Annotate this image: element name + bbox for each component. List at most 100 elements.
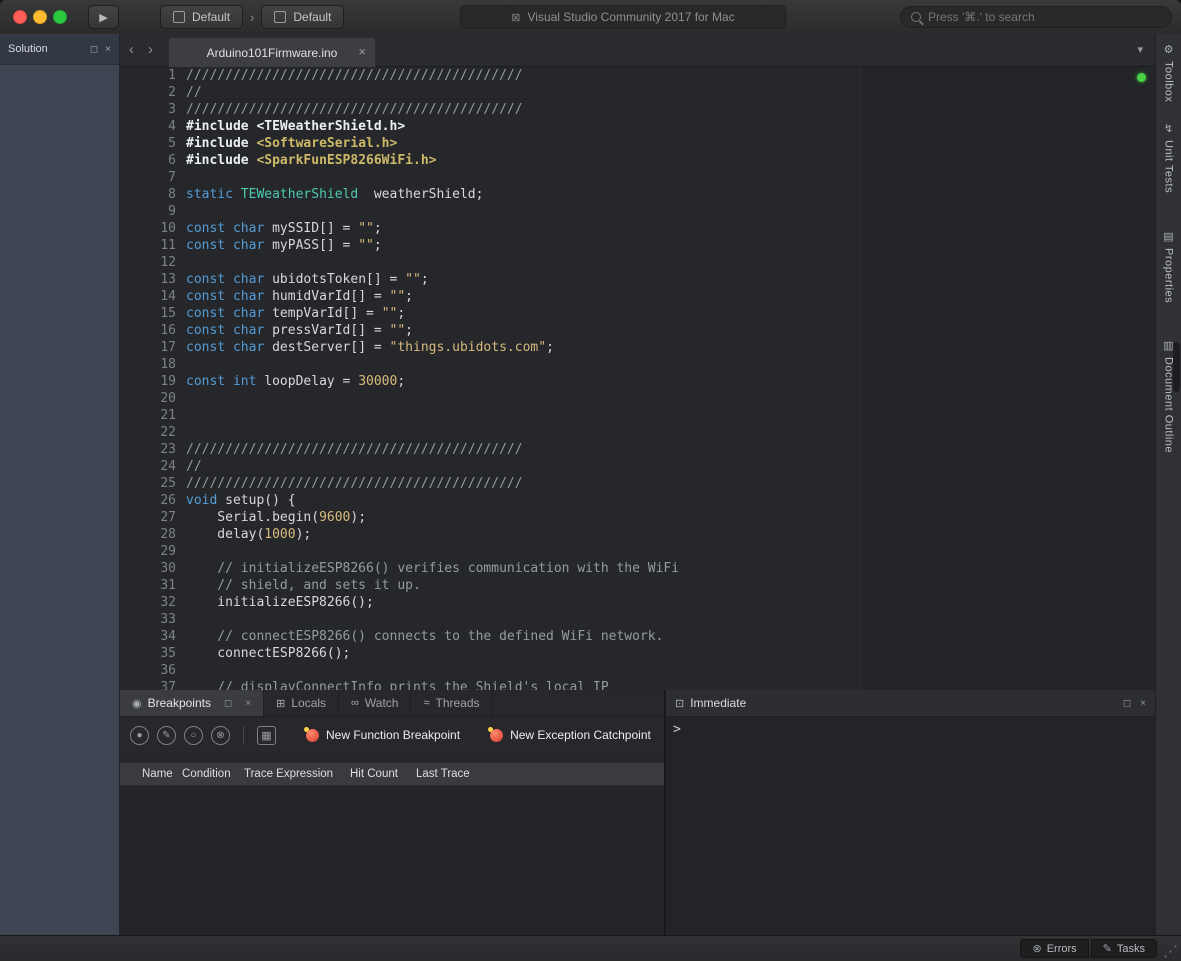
line-number[interactable]: 5 (120, 135, 176, 152)
bottom-tab-locals[interactable]: ⊞Locals (264, 690, 339, 716)
code-line[interactable]: 24// (120, 458, 1155, 475)
bottom-tab-watch[interactable]: ∞Watch (339, 690, 411, 716)
dock-tab-properties[interactable]: ▤Properties (1156, 221, 1181, 314)
line-number[interactable]: 25 (120, 475, 176, 492)
line-number[interactable]: 10 (120, 220, 176, 237)
line-number[interactable]: 13 (120, 271, 176, 288)
line-number[interactable]: 16 (120, 322, 176, 339)
code-line[interactable]: 11const char myPASS[] = ""; (120, 237, 1155, 254)
line-number[interactable]: 14 (120, 288, 176, 305)
code-line[interactable]: 22 (120, 424, 1155, 441)
resize-grip[interactable]: ⋰ (1163, 942, 1178, 960)
line-number[interactable]: 29 (120, 543, 176, 560)
code-line[interactable]: 27 Serial.begin(9600); (120, 509, 1155, 526)
device-configuration-button[interactable]: Default (261, 5, 344, 29)
line-number[interactable]: 23 (120, 441, 176, 458)
code-line[interactable]: 14const char humidVarId[] = ""; (120, 288, 1155, 305)
remove-breakpoint-button[interactable]: ⊗ (211, 726, 230, 745)
code-line[interactable]: 18 (120, 356, 1155, 373)
line-number[interactable]: 21 (120, 407, 176, 424)
code-line[interactable]: 4#include <TEWeatherShield.h> (120, 118, 1155, 135)
code-line[interactable]: 7 (120, 169, 1155, 186)
line-number[interactable]: 7 (120, 169, 176, 186)
dock-autohide-icon[interactable]: ◻ (224, 698, 232, 709)
code-line[interactable]: 28 delay(1000); (120, 526, 1155, 543)
close-icon[interactable]: × (245, 698, 251, 709)
code-line[interactable]: 9 (120, 203, 1155, 220)
code-line[interactable]: 36 (120, 662, 1155, 679)
code-health-indicator-icon[interactable] (1137, 73, 1146, 82)
code-line[interactable]: 21 (120, 407, 1155, 424)
code-editor[interactable]: 1///////////////////////////////////////… (120, 66, 1155, 690)
line-number[interactable]: 15 (120, 305, 176, 322)
column-header-trace-expression[interactable]: Trace Expression (244, 768, 350, 780)
line-number[interactable]: 36 (120, 662, 176, 679)
code-line[interactable]: 6#include <SparkFunESP8266WiFi.h> (120, 152, 1155, 169)
line-number[interactable]: 3 (120, 101, 176, 118)
minimize-window-button[interactable] (33, 10, 47, 24)
new-exception-catchpoint-button[interactable]: New Exception Catchpoint (490, 728, 651, 742)
tab-list-dropdown-icon[interactable]: ▾ (1137, 43, 1143, 56)
code-line[interactable]: 2// (120, 84, 1155, 101)
line-number[interactable]: 34 (120, 628, 176, 645)
line-number[interactable]: 4 (120, 118, 176, 135)
code-line[interactable]: 1///////////////////////////////////////… (120, 67, 1155, 84)
line-number[interactable]: 2 (120, 84, 176, 101)
code-line[interactable]: 15const char tempVarId[] = ""; (120, 305, 1155, 322)
code-line[interactable]: 8static TEWeatherShield weatherShield; (120, 186, 1155, 203)
line-number[interactable]: 8 (120, 186, 176, 203)
code-line[interactable]: 5#include <SoftwareSerial.h> (120, 135, 1155, 152)
column-header-condition[interactable]: Condition (182, 768, 244, 780)
line-number[interactable]: 18 (120, 356, 176, 373)
line-number[interactable]: 19 (120, 373, 176, 390)
line-number[interactable]: 30 (120, 560, 176, 577)
tab-close-icon[interactable]: × (358, 44, 366, 59)
bottom-tab-breakpoints[interactable]: ◉Breakpoints◻× (120, 690, 264, 716)
code-line[interactable]: 13const char ubidotsToken[] = ""; (120, 271, 1155, 288)
line-number[interactable]: 28 (120, 526, 176, 543)
tasks-button[interactable]: ✎ Tasks (1091, 939, 1157, 958)
new-breakpoint-button[interactable]: ● (130, 726, 149, 745)
code-line[interactable]: 32 initializeESP8266(); (120, 594, 1155, 611)
line-number[interactable]: 31 (120, 577, 176, 594)
code-line[interactable]: 35 connectESP8266(); (120, 645, 1155, 662)
line-number[interactable]: 33 (120, 611, 176, 628)
line-number[interactable]: 35 (120, 645, 176, 662)
code-line[interactable]: 19const int loopDelay = 30000; (120, 373, 1155, 390)
enable-disable-breakpoint-button[interactable]: ○ (184, 726, 203, 745)
line-number[interactable]: 32 (120, 594, 176, 611)
column-header-name[interactable]: Name (142, 768, 182, 780)
line-number[interactable]: 9 (120, 203, 176, 220)
breakpoints-list[interactable] (120, 786, 664, 935)
line-number[interactable]: 17 (120, 339, 176, 356)
code-line[interactable]: 37 // displayConnectInfo prints the Shie… (120, 679, 1155, 690)
code-line[interactable]: 31 // shield, and sets it up. (120, 577, 1155, 594)
code-line[interactable]: 26void setup() { (120, 492, 1155, 509)
tab-scroll-left-button[interactable]: ‹ (129, 41, 134, 59)
dock-autohide-icon[interactable]: ◻ (90, 44, 98, 55)
code-line[interactable]: 17const char destServer[] = "things.ubid… (120, 339, 1155, 356)
close-window-button[interactable] (13, 10, 27, 24)
errors-button[interactable]: ⊗ Errors (1020, 939, 1088, 958)
line-number[interactable]: 37 (120, 679, 176, 690)
line-number[interactable]: 27 (120, 509, 176, 526)
code-line[interactable]: 3///////////////////////////////////////… (120, 101, 1155, 118)
line-number[interactable]: 24 (120, 458, 176, 475)
close-icon[interactable]: × (105, 44, 111, 55)
line-number[interactable]: 22 (120, 424, 176, 441)
code-line[interactable]: 33 (120, 611, 1155, 628)
column-header-last-trace[interactable]: Last Trace (416, 768, 470, 780)
run-button[interactable]: ▶ (88, 5, 119, 29)
new-function-breakpoint-button[interactable]: New Function Breakpoint (306, 728, 460, 742)
editor-tab-arduino101firmware[interactable]: Arduino101Firmware.ino × (168, 37, 376, 67)
line-number[interactable]: 20 (120, 390, 176, 407)
code-line[interactable]: 16const char pressVarId[] = ""; (120, 322, 1155, 339)
dock-tab-unit-tests[interactable]: ↯Unit Tests (1156, 113, 1181, 204)
line-number[interactable]: 1 (120, 67, 176, 84)
immediate-console[interactable]: > (666, 717, 1155, 935)
code-line[interactable]: 12 (120, 254, 1155, 271)
code-line[interactable]: 34 // connectESP8266() connects to the d… (120, 628, 1155, 645)
search-input[interactable]: Press '⌘.' to search (900, 6, 1172, 28)
code-line[interactable]: 30 // initializeESP8266() verifies commu… (120, 560, 1155, 577)
dock-autohide-icon[interactable]: ◻ (1123, 698, 1131, 709)
